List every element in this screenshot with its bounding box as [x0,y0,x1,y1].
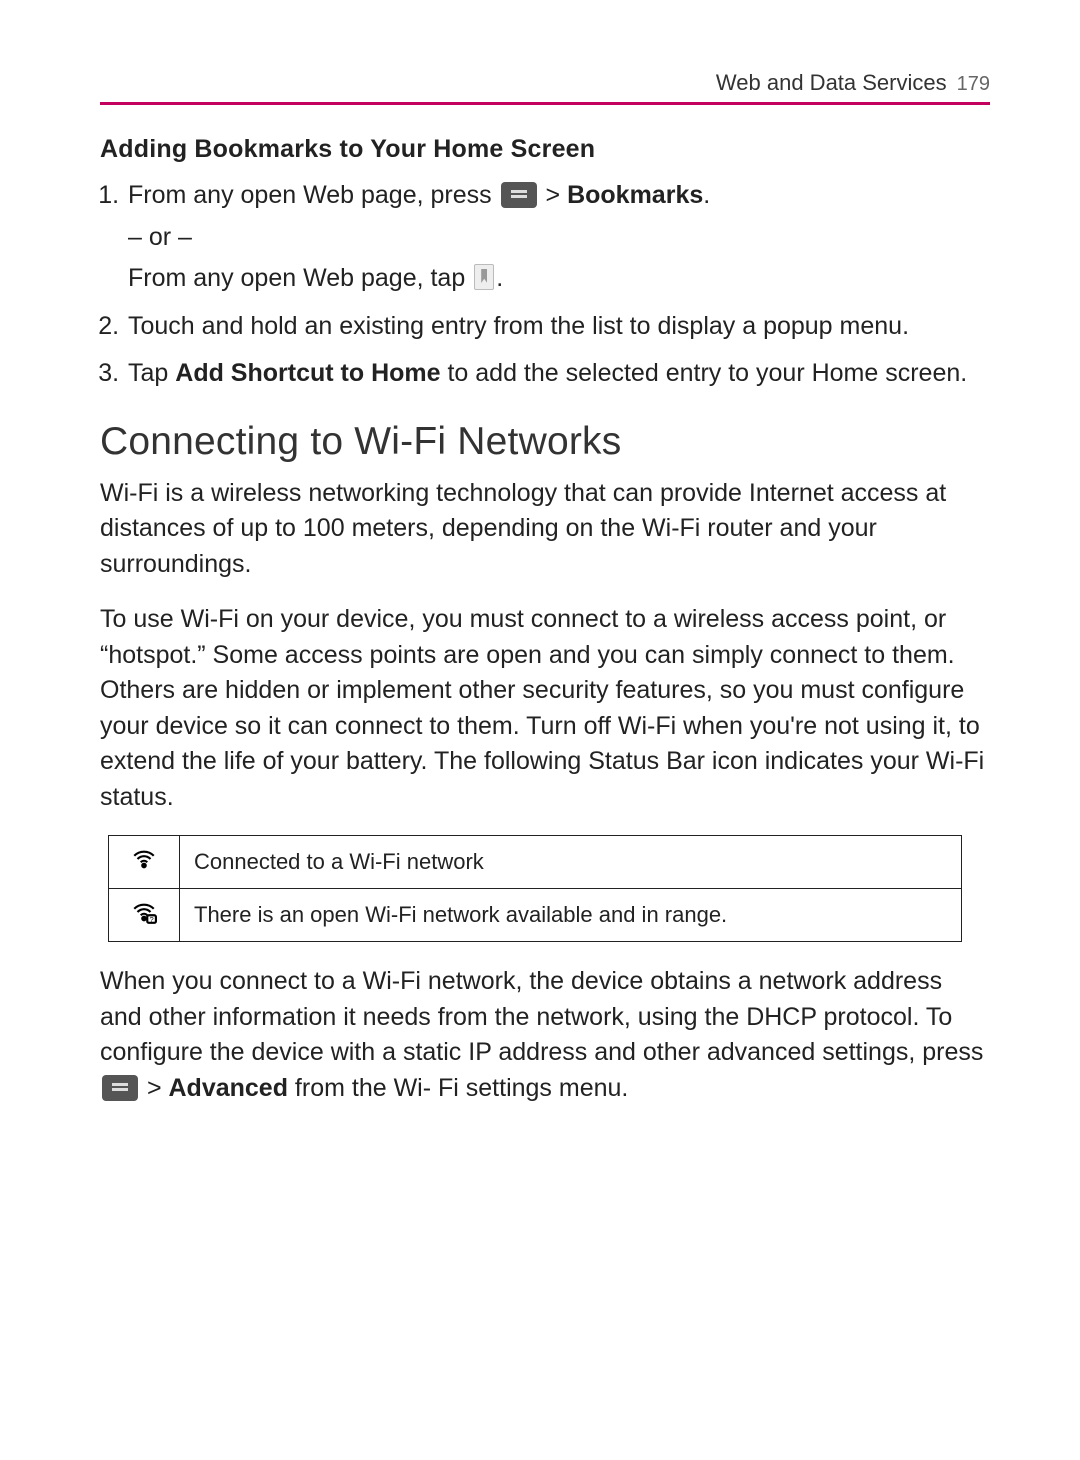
wifi-connected-icon [109,836,180,889]
step-1-alt: From any open Web page, tap . [128,261,990,297]
svg-text:?: ? [149,915,153,924]
bookmarks-label: Bookmarks [567,181,703,209]
section-title: Web and Data Services [716,70,947,96]
wifi-p3-end: from the Wi- Fi settings menu. [288,1074,628,1102]
step-1-text-end: . [703,181,710,209]
wifi-connected-text: Connected to a Wi-Fi network [180,836,962,889]
menu-key-icon [102,1075,138,1101]
or-divider: – or – [128,220,990,256]
wifi-p3-pre: When you connect to a Wi-Fi network, the… [100,967,983,1066]
step-3: Tap Add Shortcut to Home to add the sele… [126,356,990,392]
step-1b-text: From any open Web page, tap [128,264,472,292]
wifi-open-text: There is an open Wi-Fi network available… [180,889,962,942]
page-number: 179 [957,73,990,96]
menu-key-icon [501,182,537,208]
wifi-paragraph-3: When you connect to a Wi-Fi network, the… [100,964,990,1106]
gt-sep: > [539,181,568,209]
add-shortcut-label: Add Shortcut to Home [175,359,440,387]
step-2: Touch and hold an existing entry from th… [126,309,990,345]
step-1: From any open Web page, press > Bookmark… [126,178,990,297]
table-row: Connected to a Wi-Fi network [109,836,962,889]
bookmarks-heading: Adding Bookmarks to Your Home Screen [100,135,990,164]
gt-sep: > [140,1074,169,1102]
bookmarks-steps: From any open Web page, press > Bookmark… [100,178,990,392]
step-1-text-a: From any open Web page, press [128,181,499,209]
page-header: Web and Data Services 179 [100,70,990,105]
table-row: ? There is an open Wi-Fi network availab… [109,889,962,942]
wifi-open-icon: ? [109,889,180,942]
wifi-status-icon-table: Connected to a Wi-Fi network ? There is … [108,835,962,942]
bookmark-icon [474,264,494,290]
step-1b-end: . [496,264,503,292]
manual-page: Web and Data Services 179 Adding Bookmar… [0,0,1080,1186]
wifi-paragraph-2: To use Wi-Fi on your device, you must co… [100,602,990,815]
advanced-label: Advanced [169,1074,288,1102]
step-3-end: to add the selected entry to your Home s… [441,359,968,387]
wifi-heading: Connecting to Wi-Fi Networks [100,420,990,464]
wifi-paragraph-1: Wi-Fi is a wireless networking technolog… [100,476,990,583]
step-3-pre: Tap [128,359,175,387]
